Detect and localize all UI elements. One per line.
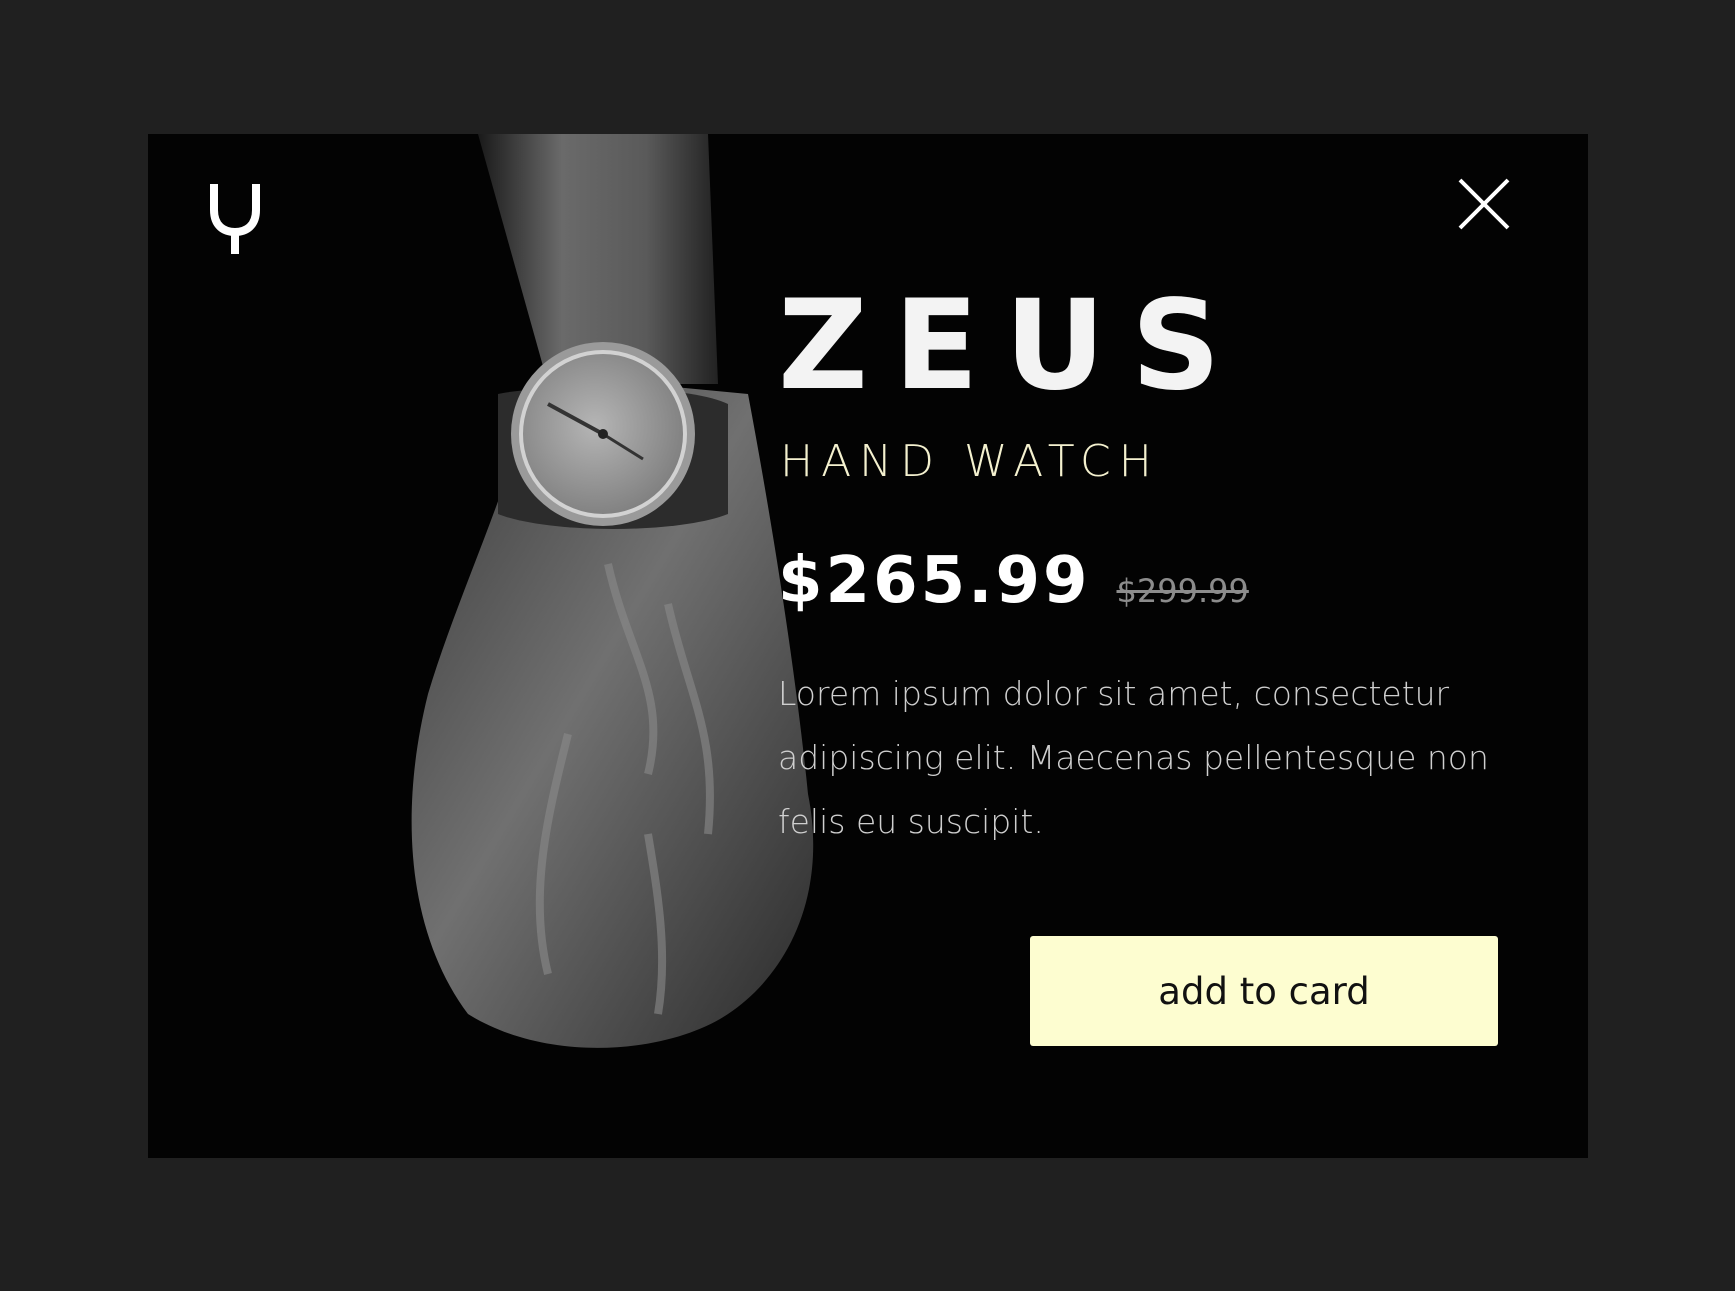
product-description: Lorem ipsum dolor sit amet, consectetur … <box>778 674 1489 841</box>
add-to-cart-button[interactable]: add to card <box>1030 936 1498 1046</box>
product-modal: ZEUS HAND WATCH $265.99 $299.99 Lorem ip… <box>148 134 1588 1158</box>
product-name: ZEUS <box>778 274 1247 418</box>
price-row: $265.99 $299.99 <box>778 544 1249 618</box>
wrist-watch-photo <box>411 134 814 1048</box>
trident-y-logo-icon[interactable] <box>208 180 262 256</box>
old-price: $299.99 <box>1116 572 1249 610</box>
product-subtitle: HAND WATCH <box>780 436 1160 487</box>
current-price: $265.99 <box>778 544 1091 618</box>
close-icon[interactable] <box>1458 178 1510 230</box>
